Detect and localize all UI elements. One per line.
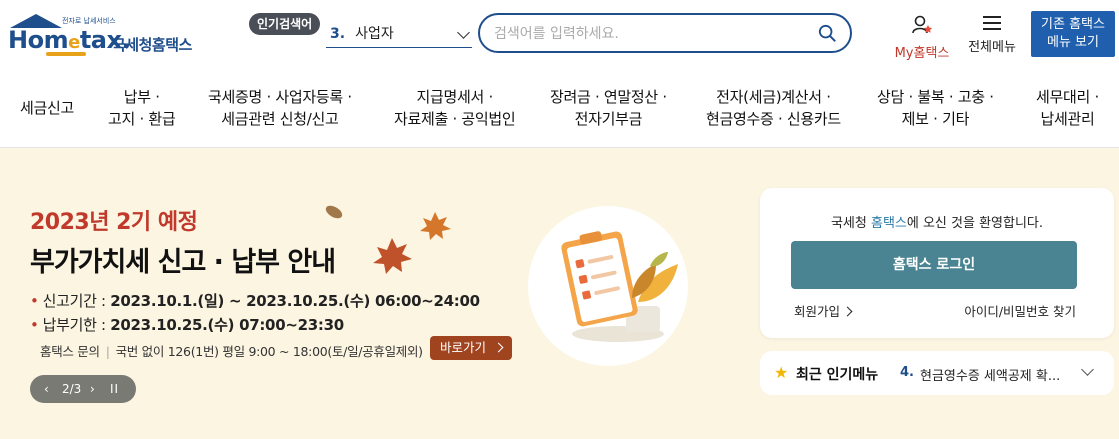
logo-tagline: 전자로 납세서비스 [62, 17, 116, 25]
my-hometax-label: My홈택스 [894, 46, 950, 61]
old-menu-line1: 기존 홈택스 [1041, 17, 1105, 32]
nav-item-statements[interactable]: 지급명세서 · 자료제출 · 공익법인 [394, 86, 516, 130]
main-nav: 세금신고 납부 · 고지 · 환급 국세증명 · 사업자등록 · 세금관련 신청/신… [0, 68, 1119, 148]
old-menu-line2: 메뉴 보기 [1047, 35, 1099, 50]
login-card: 국세청 홈택스에 오신 것을 환영합니다. 홈택스 로그인 회원가입 아이디/비… [760, 188, 1114, 338]
login-button[interactable]: 홈택스 로그인 [791, 241, 1077, 289]
user-icon [912, 15, 933, 34]
nav-item-incentive[interactable]: 장려금 · 연말정산 · 전자기부금 [550, 86, 667, 130]
autumn-leaves-decoration [325, 205, 451, 274]
chevron-down-icon[interactable] [1081, 363, 1094, 376]
pager-count: 2/3 [62, 382, 82, 396]
nav-item-tax-report[interactable]: 세금신고 [20, 97, 74, 119]
popular-search-badge: 인기검색어 [249, 13, 321, 35]
header: 전자로 납세서비스 Hometax. 국세청홈택스 인기검색어 3. 사업자 My… [0, 0, 1119, 68]
all-menu-label: 전체메뉴 [968, 40, 1016, 55]
find-id-password-link[interactable]: 아이디/비밀번호 찾기 [964, 301, 1076, 320]
nav-item-tax-agent[interactable]: 세무대리 · 납세관리 [1036, 86, 1099, 130]
search-input[interactable] [494, 23, 794, 45]
hero-banner: 2023년 2기 예정 부가가치세 신고 · 납부 안내 • 신고기간 : 202… [0, 148, 1119, 439]
nav-item-e-invoice[interactable]: 전자(세금)계산서 · 현금영수증 · 신용카드 [706, 86, 841, 130]
recent-popular-label: 최근 인기메뉴 [796, 367, 879, 383]
pause-icon[interactable]: II [110, 375, 119, 403]
recent-popular-menu[interactable]: ★ 최근 인기메뉴 4. 현금영수증 세액공제 확... [760, 351, 1114, 395]
popular-search-term: 사업자 [355, 26, 394, 42]
star-icon: ★ [774, 363, 789, 382]
all-menu-button[interactable]: 전체메뉴 [964, 14, 1020, 55]
popular-search-select[interactable]: 3. 사업자 [326, 24, 472, 48]
chevron-right-icon [493, 342, 504, 353]
my-hometax-button[interactable]: My홈택스 [890, 14, 954, 61]
popular-search-rank: 3. [330, 26, 346, 42]
hero-deadline: • 납부기한 : 2023.10.25.(수) 07:00~23:30 [30, 316, 344, 334]
clipboard-illustration [561, 231, 678, 342]
goto-button[interactable]: 바로가기 [430, 336, 512, 360]
recent-popular-text: 현금영수증 세액공제 확... [920, 369, 1061, 384]
signup-link[interactable]: 회원가입 [794, 301, 853, 320]
nav-item-certificate[interactable]: 국세증명 · 사업자등록 · 세금관련 신청/신고 [208, 86, 352, 130]
banner-pager: ‹ 2/3 › II [30, 375, 136, 403]
nav-item-consult[interactable]: 상담 · 불복 · 고충 · 제보 · 기타 [877, 86, 994, 130]
hero-title: 부가가치세 신고 · 납부 안내 [30, 247, 336, 278]
chevron-right-icon [842, 306, 853, 317]
illustration-circle [528, 206, 688, 366]
bullet-icon: • [30, 316, 39, 334]
hamburger-icon [983, 16, 1001, 30]
search-box [478, 13, 852, 53]
hero-period: • 신고기간 : 2023.10.1.(일) ~ 2023.10.25.(수) 0… [30, 292, 480, 310]
logo-swoosh [46, 52, 86, 56]
welcome-text: 국세청 홈택스에 오신 것을 환영합니다. [830, 216, 1044, 231]
logo-korean: 국세청홈택스 [112, 36, 192, 54]
chevron-down-icon [457, 26, 470, 39]
bullet-icon: • [30, 292, 39, 310]
search-icon[interactable] [818, 24, 836, 42]
hero-contact: 홈택스 문의 | 국번 없이 126(1번) 평일 9:00 ~ 18:00(토/일… [40, 344, 423, 359]
nav-item-payment[interactable]: 납부 · 고지 · 환급 [108, 86, 176, 130]
prev-icon[interactable]: ‹ [44, 375, 49, 403]
hero-subtitle: 2023년 2기 예정 [30, 210, 198, 235]
recent-popular-rank: 4. [900, 365, 914, 380]
next-icon[interactable]: › [90, 375, 95, 403]
hometax-logo[interactable]: 전자로 납세서비스 Hometax. 국세청홈택스 [6, 12, 196, 56]
old-menu-button[interactable]: 기존 홈택스 메뉴 보기 [1031, 11, 1115, 57]
